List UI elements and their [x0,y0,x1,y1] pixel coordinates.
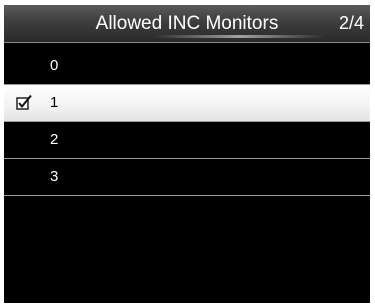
checkbox-checked-icon[interactable] [16,94,32,111]
title-bar: Allowed INC Monitors 2/4 [4,5,370,43]
list-item-label: 1 [50,94,59,111]
list-item-2[interactable]: 2 [4,122,370,159]
list-item-label: 0 [50,57,59,74]
monitor-list: 0 1 2 3 [4,48,370,196]
page-indicator: 2/4 [338,13,364,33]
list-item-3[interactable]: 3 [4,159,370,196]
list-item-label: 2 [50,131,59,148]
list-item-1[interactable]: 1 [4,85,370,122]
screen-title: Allowed INC Monitors [95,13,279,34]
device-screen: Allowed INC Monitors 2/4 0 1 2 3 [4,5,370,303]
list-item-label: 3 [50,168,59,185]
list-item-0[interactable]: 0 [4,48,370,85]
